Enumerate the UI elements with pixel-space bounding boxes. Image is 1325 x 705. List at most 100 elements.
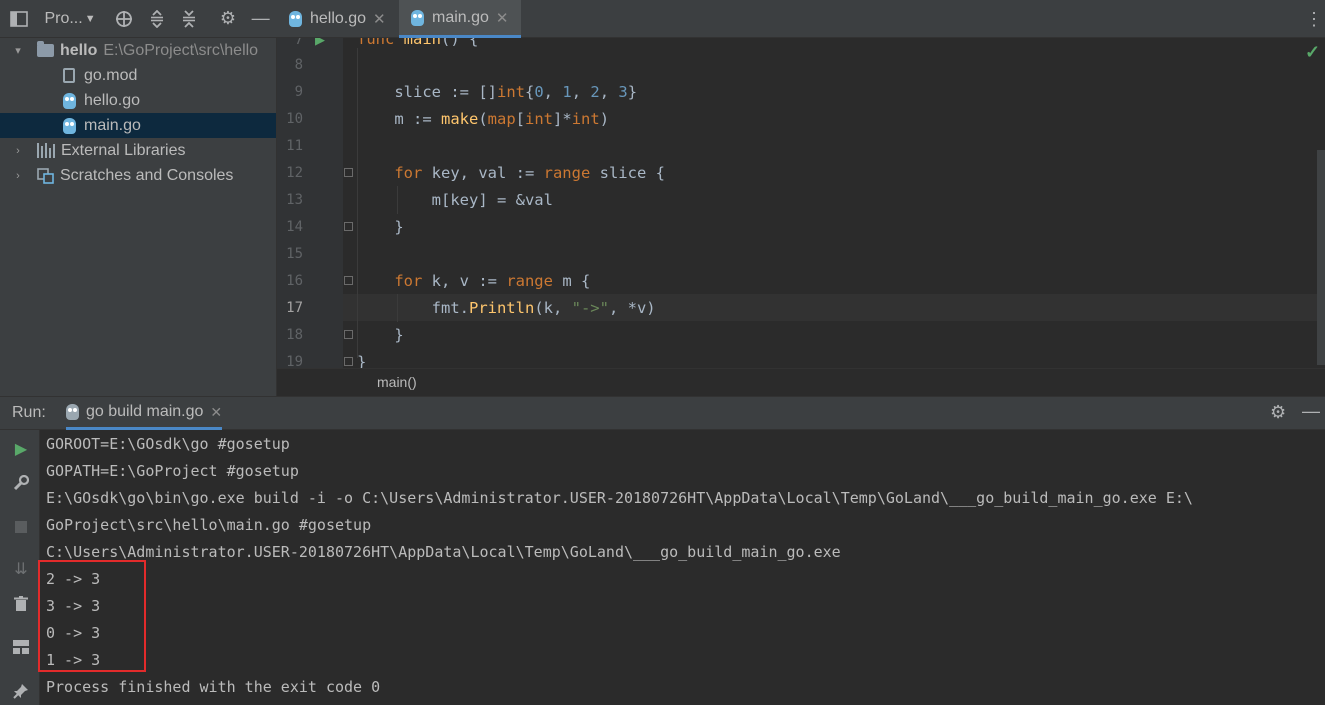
tree-item-label: Scratches and Consoles	[60, 166, 234, 184]
tree-item-external-libraries[interactable]: › External Libraries	[0, 138, 276, 163]
soft-wrap-icon[interactable]: ⇊	[12, 560, 30, 578]
project-toolbar: Pro... ▼ ⚙ —	[0, 0, 277, 38]
tree-item-label: External Libraries	[61, 141, 186, 159]
libraries-icon	[37, 143, 55, 158]
line-number: 16	[286, 273, 303, 289]
run-gutter-icon[interactable]: ▶	[315, 38, 325, 48]
fold-marker-icon[interactable]	[344, 276, 353, 285]
run-tool-window-header: Run: go build main.go ✕ ⚙ —	[0, 396, 1325, 430]
code-line-10: m := make(map[int]*int)	[357, 110, 610, 128]
chevron-right-icon[interactable]: ›	[12, 170, 24, 182]
layout-icon[interactable]	[12, 638, 30, 656]
trash-icon[interactable]	[12, 595, 30, 613]
console-line: C:\Users\Administrator.USER-20180726HT\A…	[46, 543, 841, 561]
gear-icon[interactable]: ⚙	[1270, 402, 1286, 423]
editor-scrollbar[interactable]	[1317, 150, 1325, 365]
code-line-13: m[key] = &val	[357, 191, 553, 209]
go-file-icon	[66, 404, 79, 420]
tab-hello-go[interactable]: hello.go ✕	[277, 0, 399, 38]
tree-item-label: main.go	[84, 116, 141, 134]
run-icon[interactable]: ▶	[12, 440, 30, 458]
run-console-output[interactable]: GOROOT=E:\GOsdk\go #gosetup GOPATH=E:\Go…	[40, 430, 1325, 705]
line-number: 8	[294, 57, 303, 73]
breadcrumb[interactable]: main()	[377, 374, 417, 390]
chevron-down-icon[interactable]: ▾	[12, 44, 24, 57]
line-number: 12	[286, 165, 303, 181]
collapse-all-icon[interactable]	[173, 0, 206, 38]
chevron-down-icon: ▼	[84, 12, 96, 25]
project-tree: ▾ hello E:\GoProject\src\hello go.mod he…	[0, 38, 277, 396]
tab-label: hello.go	[310, 10, 367, 27]
scratches-icon	[37, 168, 54, 184]
fold-marker-icon[interactable]	[344, 168, 353, 177]
go-file-icon	[289, 11, 302, 27]
close-icon[interactable]: ✕	[496, 9, 509, 27]
tree-item-path: E:\GoProject\src\hello	[103, 41, 259, 59]
go-file-icon	[63, 92, 76, 109]
minimize-icon[interactable]: —	[1302, 401, 1320, 422]
tree-item-scratches[interactable]: › Scratches and Consoles	[0, 163, 276, 188]
code-line-7: func main() {	[357, 38, 479, 48]
pin-icon[interactable]	[12, 682, 30, 700]
code-line-17: fmt.Println(k, "->", *v)	[357, 299, 656, 317]
close-icon[interactable]: ✕	[373, 10, 386, 28]
line-number: 10	[286, 111, 303, 127]
tab-main-go[interactable]: main.go ✕	[399, 0, 521, 38]
tree-item-main-go[interactable]: main.go	[0, 113, 276, 138]
code-line-16: for k, v := range m {	[357, 272, 591, 290]
tab-label: main.go	[432, 8, 489, 26]
line-number: 18	[286, 327, 303, 343]
tree-item-hello-go[interactable]: hello.go	[0, 88, 276, 113]
editor-tab-bar: hello.go ✕ main.go ✕ ⋮	[277, 0, 1325, 38]
run-tab[interactable]: go build main.go ✕	[66, 397, 223, 430]
run-label: Run:	[12, 404, 46, 421]
project-view-icon[interactable]	[0, 0, 38, 38]
folder-icon	[37, 41, 54, 57]
code-line-12: for key, val := range slice {	[357, 164, 665, 182]
console-line: GOROOT=E:\GOsdk\go #gosetup	[46, 435, 290, 453]
line-number: 13	[286, 192, 303, 208]
check-icon: ✓	[1305, 42, 1321, 62]
go-file-icon	[411, 9, 424, 26]
console-line: GoProject\src\hello\main.go #gosetup	[46, 516, 372, 534]
go-file-icon	[63, 117, 76, 134]
line-number: 15	[286, 246, 303, 262]
run-tab-label: go build main.go	[86, 403, 204, 420]
code-line-19: }	[357, 353, 367, 368]
crosshair-icon[interactable]	[108, 0, 141, 38]
tree-item-label: go.mod	[84, 66, 138, 84]
wrench-icon[interactable]	[12, 474, 30, 492]
fold-marker-icon[interactable]	[344, 222, 353, 231]
tree-item-go-mod[interactable]: go.mod	[0, 63, 276, 88]
console-line: Process finished with the exit code 0	[46, 678, 381, 696]
console-line: E:\GOsdk\go\bin\go.exe build -i -o C:\Us…	[46, 489, 1193, 507]
tree-item-label: hello.go	[84, 91, 141, 109]
stop-icon[interactable]	[12, 518, 30, 536]
code-line-14: }	[357, 218, 404, 236]
tree-item-label: hello	[60, 41, 98, 59]
line-number: 14	[286, 219, 303, 235]
minimize-icon[interactable]: —	[244, 0, 277, 38]
line-number: 7	[294, 38, 303, 48]
breadcrumb-bar: main()	[277, 368, 1325, 396]
line-number: 19	[286, 354, 303, 368]
code-line-18: }	[357, 326, 404, 344]
gear-icon[interactable]: ⚙	[212, 0, 245, 38]
more-options-icon[interactable]: ⋮	[1305, 9, 1323, 30]
close-icon[interactable]: ✕	[210, 404, 222, 421]
expand-all-icon[interactable]	[140, 0, 173, 38]
code-editor[interactable]: 7 8 9 10 11 12 13 14 15 16 17 18 19 ▶ fu…	[277, 38, 1325, 368]
line-number-current: 17	[286, 300, 303, 316]
chevron-right-icon[interactable]: ›	[12, 145, 24, 157]
line-number: 11	[286, 138, 303, 154]
run-side-toolbar: ▶ ⇊	[0, 430, 40, 705]
output-highlight-box	[38, 560, 146, 672]
tree-item-hello[interactable]: ▾ hello E:\GoProject\src\hello	[0, 38, 276, 63]
fold-marker-icon[interactable]	[344, 330, 353, 339]
fold-marker-icon[interactable]	[344, 357, 353, 366]
code-line-9: slice := []int{0, 1, 2, 3}	[357, 83, 638, 101]
project-view-label: Pro...	[44, 9, 83, 27]
project-view-selector[interactable]: Pro... ▼	[38, 10, 95, 28]
console-line: GOPATH=E:\GoProject #gosetup	[46, 462, 299, 480]
line-number: 9	[294, 84, 303, 100]
